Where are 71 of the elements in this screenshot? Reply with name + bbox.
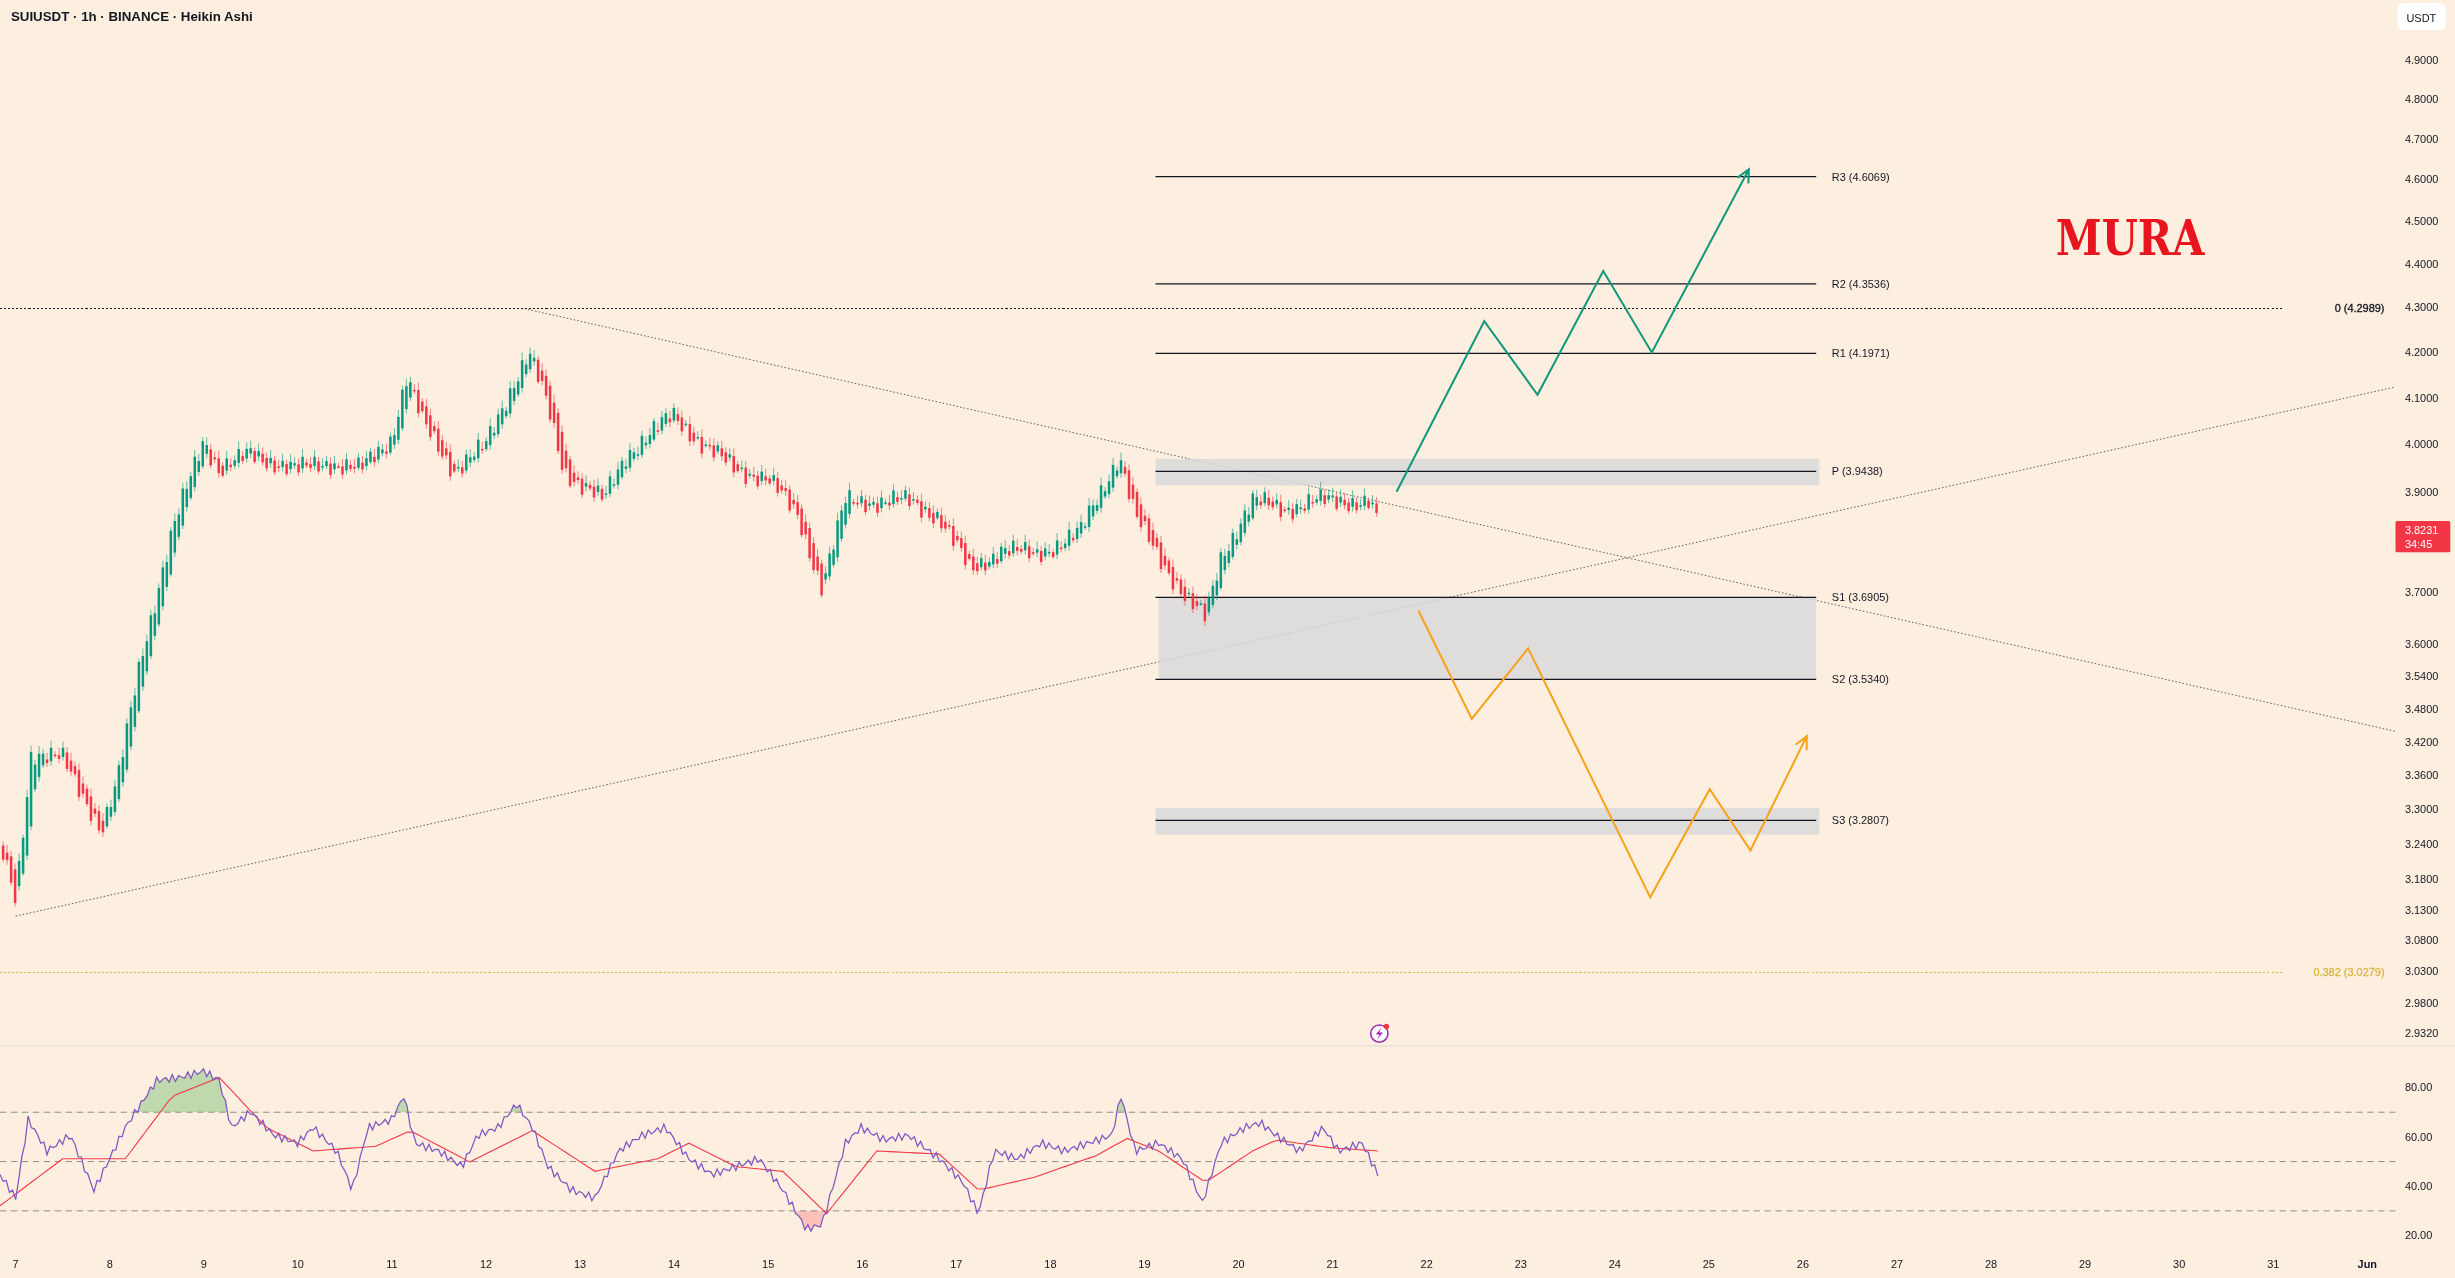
fib-label: 0.382 (3.0279) bbox=[2313, 966, 2385, 979]
time-tick: 20 bbox=[1232, 1258, 1245, 1271]
bar-countdown: 34:45 bbox=[2404, 538, 2433, 551]
time-tick: 24 bbox=[1608, 1258, 1621, 1271]
price-tick: 4.6000 bbox=[2404, 173, 2439, 186]
time-tick: 25 bbox=[1702, 1258, 1715, 1271]
time-tick: 18 bbox=[1044, 1258, 1057, 1271]
time-tick: 14 bbox=[668, 1258, 681, 1271]
price-tick: 4.3000 bbox=[2404, 301, 2439, 314]
rsi-tick: 20.00 bbox=[2404, 1229, 2433, 1242]
time-tick: 23 bbox=[1514, 1258, 1527, 1271]
price-tick: 4.1000 bbox=[2404, 391, 2439, 404]
price-tick: 4.7000 bbox=[2404, 132, 2439, 145]
time-tick: 7 bbox=[12, 1258, 19, 1271]
price-tick: 4.5000 bbox=[2404, 215, 2439, 228]
pivot-label: P (3.9438) bbox=[1831, 465, 1883, 478]
time-tick: 22 bbox=[1420, 1258, 1433, 1271]
last-price: 3.8231 bbox=[2404, 524, 2439, 537]
price-tick: 3.6000 bbox=[2404, 638, 2439, 651]
price-tick: 4.4000 bbox=[2404, 257, 2439, 270]
time-tick: 26 bbox=[1796, 1258, 1809, 1271]
price-tick: 4.8000 bbox=[2404, 92, 2439, 105]
price-tick: 2.9800 bbox=[2404, 996, 2439, 1009]
pivot-label: R2 (4.3536) bbox=[1831, 277, 1890, 290]
price-tick: 3.7000 bbox=[2404, 586, 2439, 599]
price-tick: 3.2400 bbox=[2404, 838, 2439, 851]
time-tick: 28 bbox=[1984, 1258, 1998, 1271]
time-tick: 21 bbox=[1326, 1258, 1339, 1271]
time-tick: 15 bbox=[762, 1258, 775, 1271]
time-tick: 30 bbox=[2173, 1258, 2186, 1271]
pivot-label: S2 (3.5340) bbox=[1831, 673, 1889, 686]
time-tick: 16 bbox=[856, 1258, 869, 1271]
price-tick: 3.1300 bbox=[2404, 903, 2439, 916]
pivot-label: R1 (4.1971) bbox=[1831, 347, 1890, 360]
time-tick: 31 bbox=[2267, 1258, 2280, 1271]
price-tick: 3.1800 bbox=[2404, 873, 2439, 886]
price-tick: 3.3000 bbox=[2404, 803, 2439, 816]
time-tick: Jun bbox=[2357, 1258, 2378, 1271]
price-tick: 3.3600 bbox=[2404, 769, 2439, 782]
pivot-label: R3 (4.6069) bbox=[1831, 170, 1890, 183]
pivot-label: S1 (3.6905) bbox=[1831, 591, 1889, 604]
currency-button[interactable]: USDT bbox=[2397, 3, 2446, 30]
time-tick: 12 bbox=[479, 1258, 493, 1271]
price-tick: 4.2000 bbox=[2404, 345, 2439, 358]
price-tick: 3.9000 bbox=[2404, 486, 2439, 499]
price-tick: 3.4800 bbox=[2404, 702, 2439, 715]
lightning-alert-icon[interactable] bbox=[1369, 1023, 1390, 1043]
rsi-tick: 80.00 bbox=[2404, 1081, 2433, 1094]
rsi-tick: 60.00 bbox=[2404, 1130, 2433, 1143]
last-price-tag bbox=[2395, 520, 2451, 553]
chart-title: SUIUSDT · 1h · BINANCE · Heikin Ashi bbox=[10, 8, 253, 24]
time-tick: 10 bbox=[291, 1258, 304, 1271]
time-tick: 29 bbox=[2079, 1258, 2092, 1271]
time-tick: 19 bbox=[1138, 1258, 1151, 1271]
price-tick: 3.5400 bbox=[2404, 670, 2439, 683]
price-tick: 3.0800 bbox=[2404, 934, 2439, 947]
time-tick: 27 bbox=[1890, 1258, 1904, 1271]
price-tick: 4.0000 bbox=[2404, 438, 2439, 451]
logo-text: MURA bbox=[2055, 209, 2230, 267]
price-tick: 4.9000 bbox=[2404, 53, 2439, 66]
time-tick: 9 bbox=[200, 1258, 207, 1271]
price-tick: 3.0300 bbox=[2404, 965, 2439, 978]
pivot-label: S3 (3.2807) bbox=[1831, 814, 1889, 827]
fib-label: 0 (4.2989) bbox=[2334, 302, 2385, 315]
rsi-tick: 40.00 bbox=[2404, 1180, 2433, 1193]
time-tick: 17 bbox=[950, 1258, 963, 1271]
price-tick: 2.9320 bbox=[2404, 1027, 2439, 1040]
time-tick: 11 bbox=[386, 1258, 398, 1271]
time-tick: 8 bbox=[106, 1258, 113, 1271]
price-tick: 3.4200 bbox=[2404, 735, 2439, 748]
time-tick: 13 bbox=[573, 1258, 587, 1271]
